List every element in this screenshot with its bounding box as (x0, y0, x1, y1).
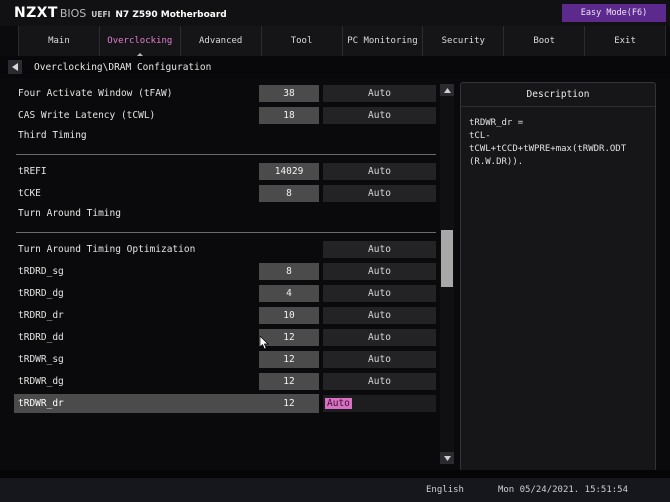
setting-label: tRDWR_sg (18, 353, 64, 365)
setting-auto-dropdown[interactable]: Auto (323, 84, 436, 102)
settings-row-selected[interactable]: tRDWR_dr 12 Auto (0, 392, 438, 414)
setting-value-field[interactable]: 14029 (259, 162, 319, 180)
tab-overclocking[interactable]: Overclocking (98, 26, 180, 56)
status-bar: English Mon 05/24/2021. 15:51:54 (0, 478, 670, 502)
setting-label: tRDRD_dd (18, 331, 64, 343)
brand-bios-label: BIOS (59, 7, 87, 20)
tab-label: Boot (533, 36, 556, 46)
settings-row[interactable]: Four Activate Window (tFAW) 38 Auto (0, 82, 438, 104)
settings-row[interactable]: tRDRD_sg 8 Auto (0, 260, 438, 282)
setting-value-field[interactable]: 12 (259, 395, 319, 412)
tab-security[interactable]: Security (422, 26, 504, 56)
uefi-label: UEFI (91, 10, 111, 19)
settings-row[interactable]: Turn Around Timing Optimization Auto (0, 238, 438, 260)
setting-value-field[interactable]: 8 (259, 184, 319, 202)
scrollbar-thumb[interactable] (441, 230, 453, 287)
settings-scrollbar[interactable] (440, 84, 454, 464)
setting-auto-value: Auto (325, 397, 352, 409)
tab-tool[interactable]: Tool (260, 26, 342, 56)
main-content: Four Activate Window (tFAW) 38 Auto CAS Wri… (0, 78, 670, 478)
setting-auto-dropdown[interactable]: Auto (323, 106, 436, 124)
setting-label: tCKE (18, 187, 41, 199)
tab-boot[interactable]: Boot (503, 26, 585, 56)
setting-value-field[interactable]: 12 (259, 328, 319, 346)
chevron-down-icon[interactable] (440, 452, 454, 464)
tab-label: Advanced (199, 36, 243, 46)
tab-exit[interactable]: Exit (584, 26, 666, 56)
motherboard-model: N7 Z590 Motherboard (115, 10, 227, 20)
setting-label: tRDWR_dg (18, 375, 64, 387)
setting-label: tREFI (18, 165, 47, 177)
setting-label: Four Activate Window (tFAW) (18, 87, 173, 99)
tab-pc-monitoring[interactable]: PC Monitoring (341, 26, 423, 56)
settings-row[interactable]: tRDRD_dg 4 Auto (0, 282, 438, 304)
tab-label: Overclocking (107, 36, 173, 46)
setting-value-field[interactable]: 38 (259, 84, 319, 102)
settings-row[interactable]: tRDRD_dr 10 Auto (0, 304, 438, 326)
setting-label: tRDRD_dg (18, 287, 64, 299)
setting-auto-dropdown[interactable]: Auto (323, 328, 436, 346)
tab-label: Security (441, 36, 485, 46)
setting-label: CAS Write Latency (tCWL) (18, 109, 156, 121)
settings-row[interactable]: tCKE 8 Auto (0, 182, 438, 204)
description-text: tRDWR_dr = tCL-tCWL+tCCD+tWPRE+max(tRWDR… (469, 118, 627, 167)
section-header: Third Timing (0, 126, 438, 160)
setting-auto-dropdown[interactable]: Auto (323, 306, 436, 324)
brand-logo: NZXT BIOS UEFI N7 Z590 Motherboard (0, 5, 227, 21)
easy-mode-button[interactable]: Easy Mode(F6) (562, 4, 666, 22)
tab-advanced[interactable]: Advanced (179, 26, 261, 56)
description-title: Description (461, 83, 655, 107)
settings-row[interactable]: tREFI 14029 Auto (0, 160, 438, 182)
settings-list: Four Activate Window (tFAW) 38 Auto CAS Wri… (0, 78, 438, 414)
settings-row[interactable]: tRDWR_sg 12 Auto (0, 348, 438, 370)
section-title: Turn Around Timing (18, 208, 121, 219)
language-selector[interactable]: English (426, 485, 464, 495)
setting-auto-dropdown[interactable]: Auto (323, 394, 436, 412)
title-bar: NZXT BIOS UEFI N7 Z590 Motherboard Easy … (0, 0, 670, 26)
setting-value-field[interactable]: 12 (259, 350, 319, 368)
breadcrumb-path: Overclocking\DRAM Configuration (34, 61, 212, 73)
section-header: Turn Around Timing (0, 204, 438, 238)
section-divider (16, 154, 436, 155)
section-divider (16, 232, 436, 233)
setting-auto-dropdown[interactable]: Auto (323, 372, 436, 390)
setting-auto-dropdown[interactable]: Auto (323, 184, 436, 202)
setting-auto-dropdown[interactable]: Auto (323, 240, 436, 258)
setting-value-field[interactable]: 10 (259, 306, 319, 324)
back-arrow-icon[interactable] (8, 60, 22, 74)
tab-main[interactable]: Main (18, 26, 99, 56)
settings-row[interactable]: CAS Write Latency (tCWL) 18 Auto (0, 104, 438, 126)
description-panel: Description tRDWR_dr = tCL-tCWL+tCCD+tWP… (460, 82, 656, 478)
setting-auto-dropdown[interactable]: Auto (323, 162, 436, 180)
setting-auto-dropdown[interactable]: Auto (323, 350, 436, 368)
setting-auto-dropdown[interactable]: Auto (323, 262, 436, 280)
setting-value-field[interactable]: 8 (259, 262, 319, 280)
chevron-up-icon[interactable] (440, 84, 454, 96)
setting-label: tRDRD_dr (18, 309, 64, 321)
settings-row[interactable]: tRDWR_dg 12 Auto (0, 370, 438, 392)
main-tab-bar: Main Overclocking Advanced Tool PC Monitorin… (0, 26, 670, 56)
setting-auto-dropdown[interactable]: Auto (323, 284, 436, 302)
system-datetime: Mon 05/24/2021. 15:51:54 (497, 485, 628, 495)
tab-label: Exit (614, 36, 636, 46)
tab-label: PC Monitoring (347, 36, 418, 46)
brand-name: NZXT (14, 5, 58, 21)
setting-value-field[interactable]: 18 (259, 106, 319, 124)
tab-label: Main (48, 36, 70, 46)
breadcrumb-bar: Overclocking\DRAM Configuration (0, 56, 670, 78)
settings-row[interactable]: tRDRD_dd 12 Auto (0, 326, 438, 348)
setting-value-field[interactable]: 4 (259, 284, 319, 302)
footer-divider (0, 470, 670, 478)
setting-label: Turn Around Timing Optimization (18, 243, 196, 255)
setting-value-field[interactable]: 12 (259, 372, 319, 390)
bios-screen: NZXT BIOS UEFI N7 Z590 Motherboard Easy … (0, 0, 670, 502)
tab-label: Tool (290, 36, 313, 46)
section-title: Third Timing (18, 130, 87, 141)
setting-label: tRDWR_dr (18, 397, 64, 409)
setting-label: tRDRD_sg (18, 265, 64, 277)
settings-list-viewport: Four Activate Window (tFAW) 38 Auto CAS Wri… (0, 78, 438, 470)
